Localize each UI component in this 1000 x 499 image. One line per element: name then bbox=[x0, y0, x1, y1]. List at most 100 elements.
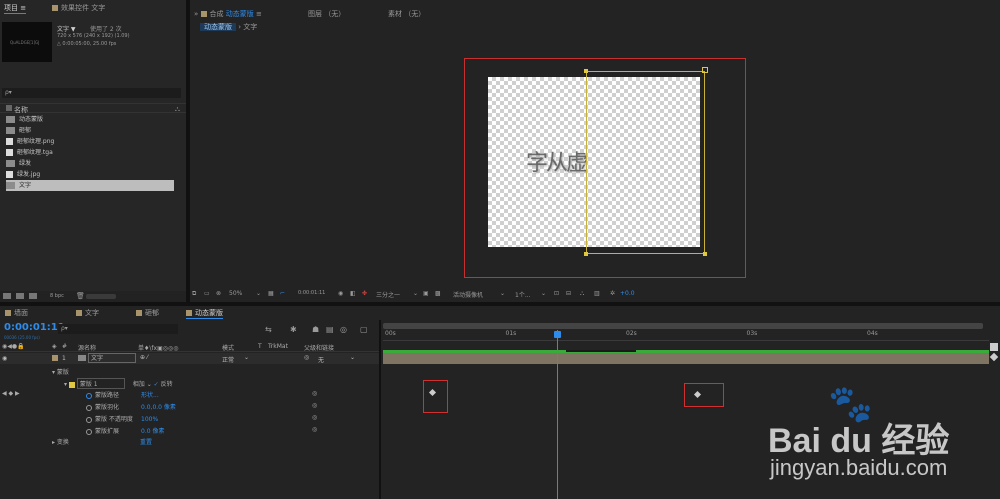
flowchart-icon[interactable]: ⛬ bbox=[175, 105, 180, 114]
timeline-search-input[interactable]: ρ▾ bbox=[58, 324, 178, 334]
roi-icon[interactable]: ▣ bbox=[423, 290, 429, 297]
project-item[interactable]: 绿发 bbox=[6, 158, 174, 169]
parent-select[interactable]: 无 bbox=[318, 355, 324, 364]
comp-marker-icon[interactable] bbox=[989, 352, 999, 362]
col-source-name[interactable]: 源名称 bbox=[78, 343, 96, 352]
interpret-footage-icon[interactable] bbox=[3, 293, 11, 299]
timeline-divider[interactable] bbox=[379, 320, 381, 499]
mode-chevron-icon[interactable]: ⌄ bbox=[244, 354, 249, 361]
project-item[interactable]: 砸郁纹理.png bbox=[6, 136, 174, 147]
zoom-chevron-icon[interactable]: ⌄ bbox=[256, 290, 261, 297]
mask-property-row[interactable]: 蒙版羽化 0.0,0.0 像素 ◎ bbox=[86, 402, 317, 411]
expression-pickwhip-icon[interactable]: ◎ bbox=[312, 426, 317, 433]
parent-pickwhip-icon[interactable]: ◎ bbox=[304, 354, 309, 361]
property-value[interactable]: 100% bbox=[141, 416, 158, 423]
stopwatch-icon[interactable] bbox=[86, 392, 92, 399]
layer-switches[interactable]: ⊕ ⁄ bbox=[140, 354, 148, 361]
layer-duration-bar[interactable] bbox=[383, 350, 989, 364]
eye-icon[interactable]: ◉ bbox=[2, 355, 7, 362]
project-item[interactable]: 绿发.jpg bbox=[6, 169, 174, 180]
frame-blending-icon[interactable]: ▤ bbox=[326, 325, 334, 334]
flowchart-view-icon[interactable]: ⛬ bbox=[580, 290, 584, 298]
playhead-handle[interactable] bbox=[554, 331, 561, 338]
expression-pickwhip-icon[interactable]: ◎ bbox=[312, 402, 317, 409]
search-input[interactable]: ρ▾ bbox=[2, 88, 181, 98]
time-ruler[interactable]: 00s 01s 02s 03s 04s bbox=[383, 329, 989, 341]
tab-composition[interactable]: » 合成 动态蒙版 ≡ bbox=[194, 9, 262, 19]
footer-slider[interactable] bbox=[86, 294, 116, 299]
mask-name[interactable]: 蒙版 1 bbox=[76, 378, 125, 389]
keyframe-nav[interactable]: ◀ ◆ ▶ bbox=[2, 390, 20, 397]
property-value[interactable]: 形状... bbox=[141, 392, 159, 399]
mask-mode-chevron-icon[interactable]: ⌄ bbox=[147, 381, 152, 388]
transform-reset[interactable]: 重置 bbox=[140, 437, 152, 446]
inverted-checkbox[interactable]: ✓ bbox=[154, 381, 159, 388]
masks-group[interactable]: ▾ 蒙版 bbox=[52, 367, 69, 376]
tab-layer[interactable]: 图层 （无） bbox=[308, 9, 345, 19]
mask-vertex-tl[interactable] bbox=[584, 69, 588, 73]
mask-vertex-tr[interactable] bbox=[702, 67, 708, 73]
mask-property-row[interactable]: 蒙版 不透明度 100% ◎ bbox=[86, 414, 317, 423]
item-name[interactable]: 文字 ▼ bbox=[57, 24, 76, 33]
grid-icon[interactable]: ⊡ bbox=[554, 290, 559, 297]
mask-property-row[interactable]: 蒙版扩展 0.0 像素 ◎ bbox=[86, 426, 317, 435]
stopwatch-icon[interactable] bbox=[86, 416, 92, 423]
current-time[interactable]: 0:00:01:11 bbox=[4, 322, 65, 333]
exposure-value[interactable]: +0.0 bbox=[620, 290, 635, 297]
timeline-tab[interactable]: 砸郁 bbox=[136, 308, 159, 318]
project-item[interactable]: 动态蒙版 bbox=[6, 114, 174, 125]
resolution-chevron-icon[interactable]: ⌄ bbox=[413, 290, 418, 297]
new-comp-icon[interactable] bbox=[29, 293, 37, 299]
mask-property-row[interactable]: 蒙版路径 形状... ◎ bbox=[86, 390, 317, 399]
resolution-select[interactable]: 三分之一 bbox=[376, 290, 400, 299]
mask-vertex-bl[interactable] bbox=[584, 252, 588, 256]
project-item[interactable]: 文字 bbox=[6, 180, 174, 191]
always-preview-icon[interactable]: ⧉ bbox=[192, 290, 196, 298]
mask-visibility-icon[interactable]: ⌐ bbox=[280, 290, 285, 297]
tab-project[interactable]: 项目 ≡ bbox=[4, 3, 27, 14]
transparency-grid-icon[interactable]: ▩ bbox=[435, 290, 441, 297]
graph-editor-icon[interactable]: ▢ bbox=[360, 325, 368, 334]
views-select[interactable]: 1个... bbox=[515, 290, 531, 299]
tab-effects[interactable]: 效果控件 文字 bbox=[52, 3, 105, 13]
stopwatch-icon[interactable] bbox=[86, 404, 92, 411]
layer-mode-select[interactable]: 正常 bbox=[222, 355, 234, 364]
layer-name[interactable]: 文字 bbox=[88, 353, 136, 363]
project-item[interactable]: 砸郁 bbox=[6, 125, 174, 136]
motion-blur-icon[interactable]: ◎ bbox=[340, 325, 347, 334]
expression-pickwhip-icon[interactable]: ◎ bbox=[312, 414, 317, 421]
timeline-tab[interactable]: 动态蒙版 bbox=[186, 308, 223, 319]
exposure-icon[interactable]: ✲ bbox=[610, 290, 615, 297]
mask-vertex-br[interactable] bbox=[703, 252, 707, 256]
monitor-icon[interactable]: ▭ bbox=[204, 290, 210, 297]
expression-pickwhip-icon[interactable]: ◎ bbox=[312, 390, 317, 397]
channel-icon[interactable]: ✤ bbox=[362, 290, 367, 297]
breadcrumb-layer[interactable]: 文字 bbox=[243, 23, 257, 31]
parent-chevron-icon[interactable]: ⌄ bbox=[350, 354, 355, 361]
tab-footage[interactable]: 素材 （无） bbox=[388, 9, 425, 19]
vr-icon[interactable]: ⊗ bbox=[216, 290, 221, 297]
breadcrumb-comp[interactable]: 动态蒙版 bbox=[200, 23, 236, 31]
timeline-link-icon[interactable]: ▥ bbox=[594, 290, 600, 297]
camera-chevron-icon[interactable]: ⌄ bbox=[500, 290, 505, 297]
views-chevron-icon[interactable]: ⌄ bbox=[541, 290, 546, 297]
timeline-tab[interactable]: 墙面 bbox=[5, 308, 28, 318]
show-snapshot-icon[interactable]: ◧ bbox=[350, 290, 356, 297]
mask-mode-select[interactable]: 相加 bbox=[133, 381, 145, 388]
stopwatch-icon[interactable] bbox=[86, 428, 92, 435]
layer-out-marker[interactable] bbox=[990, 343, 998, 351]
viewer-timecode[interactable]: 0:00:01:11 bbox=[298, 290, 325, 296]
mask-path[interactable] bbox=[586, 71, 705, 254]
3d-icon[interactable]: ⊟ bbox=[566, 290, 571, 297]
project-item[interactable]: 砸郁纹理.tga bbox=[6, 147, 174, 158]
comp-mini-flowchart-icon[interactable]: ⇆ bbox=[265, 325, 272, 334]
property-value[interactable]: 0.0,0.0 像素 bbox=[141, 404, 176, 411]
transform-group[interactable]: ▸ 变换 重置 bbox=[52, 437, 152, 446]
snapshot-icon[interactable]: ◉ bbox=[338, 290, 343, 297]
playhead[interactable] bbox=[557, 330, 558, 499]
timeline-tab[interactable]: 文字 bbox=[76, 308, 99, 318]
mask-row[interactable]: ▾ 蒙版 1 相加 ⌄ ✓ 反转 bbox=[64, 378, 173, 389]
safe-margins-icon[interactable]: ▦ bbox=[268, 290, 274, 297]
new-folder-icon[interactable] bbox=[16, 293, 24, 299]
trash-icon[interactable]: 🗑 bbox=[76, 292, 85, 300]
